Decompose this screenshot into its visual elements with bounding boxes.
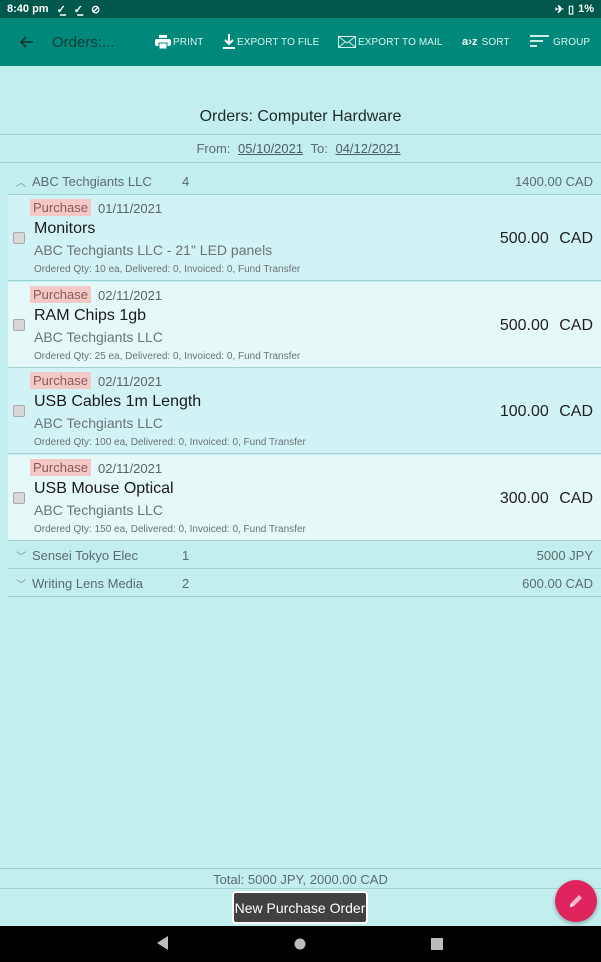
divider xyxy=(0,868,601,869)
sort-button[interactable]: a›z SORT xyxy=(462,18,510,66)
from-date[interactable]: 05/10/2021 xyxy=(238,141,303,156)
order-date: 02/11/2021 xyxy=(98,288,163,303)
order-details: Ordered Qty: 10 ea, Delivered: 0, Invoic… xyxy=(34,264,301,275)
order-checkbox[interactable] xyxy=(13,319,25,331)
group-row[interactable]: ﹀ Sensei Tokyo Elec 1 5000 JPY xyxy=(8,542,601,569)
airplane-mode-icon: ✈ xyxy=(554,3,565,16)
group-total: 600.00 CAD xyxy=(522,575,593,591)
export-to-mail-button[interactable]: EXPORT TO MAIL xyxy=(338,18,443,66)
order-type-badge: Purchase xyxy=(30,199,91,216)
order-type-badge: Purchase xyxy=(30,372,91,389)
group-name: Writing Lens Media xyxy=(32,575,144,591)
divider xyxy=(0,134,601,135)
group-lines-icon xyxy=(530,35,549,49)
chevron-up-icon: ︿ xyxy=(16,177,26,189)
order-name: RAM Chips 1gb xyxy=(34,307,147,324)
divider xyxy=(0,888,601,889)
order-item[interactable]: Purchase 02/11/2021 USB Mouse Optical AB… xyxy=(8,455,601,541)
group-button[interactable]: GROUP xyxy=(530,18,590,66)
order-amount: 100.00 CAD xyxy=(499,403,593,420)
new-purchase-order-button[interactable]: New Purchase Order xyxy=(232,891,368,924)
group-count: 4 xyxy=(182,173,190,189)
battery-level: 1% xyxy=(578,3,594,15)
group-total: 5000 JPY xyxy=(536,547,593,563)
system-nav-bar xyxy=(0,926,601,962)
chevron-down-icon: ﹀ xyxy=(16,551,26,563)
back-button[interactable] xyxy=(0,18,52,66)
task-done-icon: ✓̲ xyxy=(73,3,84,16)
order-supplier: ABC Techgiants LLC xyxy=(34,502,163,518)
sort-az-icon: a›z xyxy=(462,36,478,48)
order-name: USB Mouse Optical xyxy=(34,480,174,497)
nav-back-button[interactable] xyxy=(157,936,169,955)
group-row[interactable]: ﹀ Writing Lens Media 2 600.00 CAD xyxy=(8,570,601,597)
sort-label: SORT xyxy=(481,36,510,48)
order-date: 02/11/2021 xyxy=(98,374,163,389)
print-icon xyxy=(155,35,171,49)
date-range: From: 05/10/2021 To: 04/12/2021 xyxy=(0,141,601,156)
battery-icon: ▯ xyxy=(568,3,575,16)
pencil-icon xyxy=(570,895,582,907)
group-name: Sensei Tokyo Elec xyxy=(32,547,138,563)
arrow-back-icon xyxy=(19,36,33,48)
edit-fab[interactable] xyxy=(555,880,597,922)
download-icon xyxy=(223,34,235,50)
order-checkbox[interactable] xyxy=(13,492,25,504)
data-saver-icon: ⊘ xyxy=(91,3,101,16)
from-label: From: xyxy=(196,141,231,156)
to-date[interactable]: 04/12/2021 xyxy=(335,141,400,156)
group-name: ABC Techgiants LLC xyxy=(32,173,152,189)
nav-home-button[interactable] xyxy=(294,937,306,955)
order-item[interactable]: Purchase 02/11/2021 USB Cables 1m Length… xyxy=(8,368,601,454)
status-bar: 8:40 pm ✓̲ ✓̲ ⊘ ✈ ▯ 1% xyxy=(0,0,601,18)
group-row[interactable]: ︿ ABC Techgiants LLC 4 1400.00 CAD xyxy=(8,168,601,195)
order-item[interactable]: Purchase 02/11/2021 RAM Chips 1gb ABC Te… xyxy=(8,282,601,368)
triangle-back-icon xyxy=(157,936,168,950)
order-supplier: ABC Techgiants LLC xyxy=(34,415,163,431)
to-label: To: xyxy=(310,141,328,156)
order-checkbox[interactable] xyxy=(13,232,25,244)
app-toolbar: Orders:... PRINT EXPORT TO FILE EXPORT T… xyxy=(0,18,601,66)
group-label: GROUP xyxy=(553,36,591,48)
order-type-badge: Purchase xyxy=(30,459,91,476)
clock: 8:40 pm xyxy=(7,3,49,15)
print-button[interactable]: PRINT xyxy=(155,18,204,66)
divider xyxy=(0,162,601,163)
order-date: 02/11/2021 xyxy=(98,461,163,476)
group-count: 1 xyxy=(182,547,190,563)
print-label: PRINT xyxy=(173,36,204,48)
order-amount: 500.00 CAD xyxy=(499,230,593,247)
grand-total: Total: 5000 JPY, 2000.00 CAD xyxy=(213,872,388,887)
export-to-file-label: EXPORT TO FILE xyxy=(237,36,320,48)
circle-home-icon xyxy=(294,938,306,950)
order-details: Ordered Qty: 100 ea, Delivered: 0, Invoi… xyxy=(34,437,306,448)
order-checkbox[interactable] xyxy=(13,405,25,417)
mail-icon xyxy=(338,36,356,48)
toolbar-title: Orders:... xyxy=(52,33,115,51)
order-details: Ordered Qty: 25 ea, Delivered: 0, Invoic… xyxy=(34,351,301,362)
order-type-badge: Purchase xyxy=(30,286,91,303)
order-supplier: ABC Techgiants LLC xyxy=(34,329,163,345)
export-to-file-button[interactable]: EXPORT TO FILE xyxy=(223,18,319,66)
export-to-mail-label: EXPORT TO MAIL xyxy=(358,36,443,48)
chevron-down-icon: ﹀ xyxy=(16,579,26,591)
group-total: 1400.00 CAD xyxy=(514,173,593,189)
order-amount: 500.00 CAD xyxy=(499,317,593,334)
order-name: USB Cables 1m Length xyxy=(34,393,202,410)
group-count: 2 xyxy=(182,575,190,591)
order-amount: 300.00 CAD xyxy=(499,490,593,507)
order-supplier: ABC Techgiants LLC - 21" LED panels xyxy=(34,242,273,258)
square-recents-icon xyxy=(431,938,443,950)
nav-recents-button[interactable] xyxy=(431,937,443,955)
order-details: Ordered Qty: 150 ea, Delivered: 0, Invoi… xyxy=(34,524,306,535)
order-name: Monitors xyxy=(34,220,96,237)
task-done-icon: ✓̲ xyxy=(56,3,66,16)
order-date: 01/11/2021 xyxy=(98,201,163,216)
order-item[interactable]: Purchase 01/11/2021 Monitors ABC Techgia… xyxy=(8,195,601,281)
report-title: Orders: Computer Hardware xyxy=(199,108,402,125)
